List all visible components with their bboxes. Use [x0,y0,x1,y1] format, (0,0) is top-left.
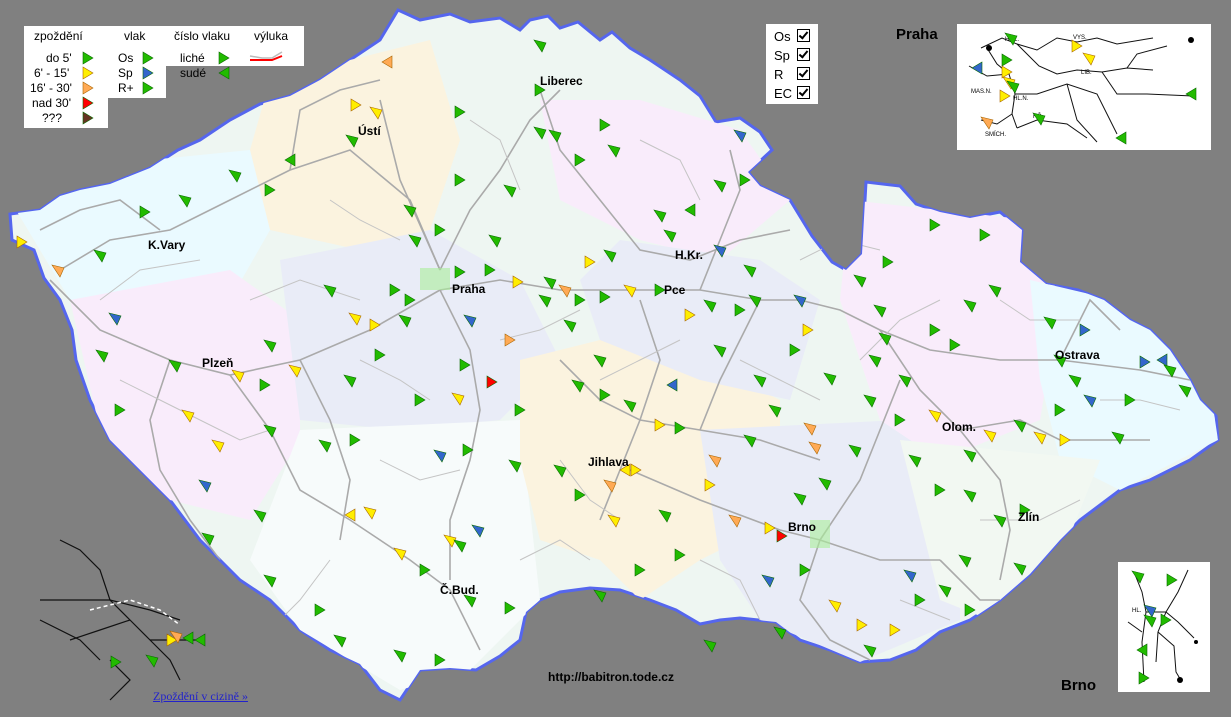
filter-os-label: Os [774,29,791,44]
foreign-train-marker [182,631,194,645]
praha-st-masn: MAS.N. [971,89,992,95]
foreign-minimap [39,539,206,701]
city-label: Brno [788,520,816,534]
legend-symbols [82,51,283,125]
praha-train-marker [999,89,1011,103]
praha-train-marker [980,116,994,130]
filter-r-checkbox[interactable] [797,67,810,80]
brno-inset-title: Brno [1061,677,1096,694]
legend-delay-icon [82,111,94,125]
praha-st-lib: LIB. [1081,70,1092,76]
praha-st-hln: HL.N. [1013,96,1029,102]
region-area [70,270,300,520]
praha-train-marker [1115,131,1127,145]
foreign-train-marker [145,654,159,668]
filter-r-label: R [774,67,784,82]
minor-rail-line [599,619,680,641]
legend-even-icon [218,66,230,80]
praha-st-smich: SMÍCH. [985,131,1006,138]
legend-sp-icon [142,66,154,80]
legend-delay-icon [82,51,94,65]
city-label: Plzeň [202,356,234,370]
filter-os-checkbox[interactable] [797,29,810,42]
city-label: K.Vary [148,238,186,252]
filter-sp-label: Sp [774,48,790,63]
city-label: Olom. [942,420,977,434]
foreign-delays-link[interactable]: Zpoždění v cizině » [153,689,248,704]
praha-st-vys: VYS. [1073,35,1087,41]
brno-train-marker [1160,613,1172,627]
legend-delay-icon [82,96,94,110]
foreign-train-marker [194,633,206,647]
train-marker [703,639,717,653]
legend-odd-icon [218,51,230,65]
brno-train-marker [1166,573,1178,587]
filter-ec-label: EC [774,86,793,101]
filter-sp-checkbox[interactable] [797,48,810,61]
brno-inset[interactable]: HL. [1118,562,1210,692]
city-label: Praha [452,282,486,296]
city-label: H.Kr. [675,248,704,262]
city-label: Ostrava [1055,348,1100,362]
praha-train-marker [1001,65,1013,79]
praha-inset-title: Praha [896,26,938,43]
foreign-rail-line [69,619,131,641]
legend-delay-icon [82,81,94,95]
city-label: Jihlava [588,455,629,469]
praha-train-marker [1001,53,1013,67]
city-label: Č.Bud. [440,583,479,597]
legend-delay-icon [82,66,94,80]
brno-train-marker [1143,614,1157,628]
foreign-border-line [89,599,181,626]
site-url: http://babitron.tode.cz [548,670,674,684]
praha-train-marker [1185,87,1197,101]
city-label: Pce [664,283,686,297]
foreign-rail-line [59,539,181,681]
brno-st-hl: HL. [1132,608,1142,614]
praha-train-marker [971,61,983,75]
legend-os-icon [142,51,154,65]
praha-train-marker [1006,80,1020,94]
praha-inset[interactable]: HOL. VYS. LIB. MAS.N. HL.N. SMÍCH. RŠ. [957,24,1211,150]
brno-inset-map: HL. [1127,569,1198,685]
city-label: Zlín [1018,510,1040,524]
praha-hub-area [420,268,450,290]
city-label: Liberec [540,74,583,88]
train-marker [593,589,607,603]
legend-r-icon [142,81,154,95]
praha-inset-map: HOL. VYS. LIB. MAS.N. HL.N. SMÍCH. RŠ. [968,32,1197,145]
city-label: Ústí [358,124,381,138]
filter-ec-checkbox[interactable] [797,86,810,99]
praha-train-marker [1082,52,1096,66]
